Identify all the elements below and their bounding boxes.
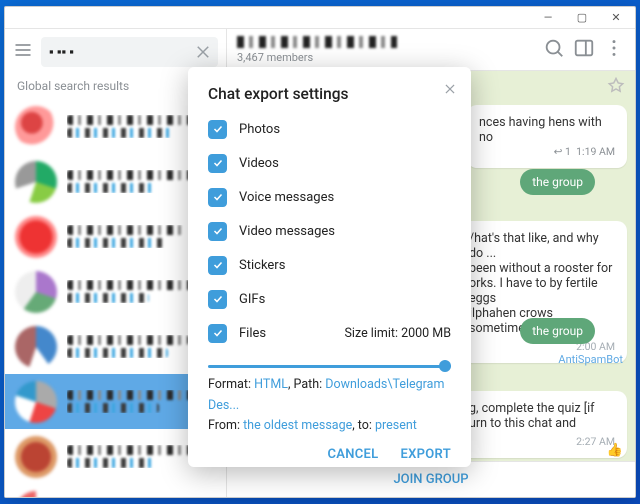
option-files[interactable]: FilesSize limit: 2000 MB xyxy=(208,321,451,345)
window-close-button[interactable]: ✕ xyxy=(599,8,633,28)
size-limit-label: Size limit: 2000 MB xyxy=(345,326,452,341)
message-time: 2:27 AM xyxy=(469,435,615,448)
export-button[interactable]: EXPORT xyxy=(400,447,451,462)
avatar xyxy=(15,436,57,478)
bot-badge: AntiSpamBot xyxy=(558,353,623,366)
option-photos[interactable]: Photos xyxy=(208,117,451,141)
message-bubble[interactable]: nces having hens with no ↩ 1 1:19 AM xyxy=(467,105,627,168)
option-video-messages[interactable]: Video messages xyxy=(208,219,451,243)
avatar xyxy=(15,161,57,203)
message-text: orks. I have to by fertile eggs xyxy=(469,276,615,306)
checkbox-checked-icon[interactable] xyxy=(208,256,227,275)
avatar xyxy=(15,216,57,258)
chat-title xyxy=(237,36,397,48)
close-icon[interactable] xyxy=(443,81,457,100)
avatar xyxy=(15,381,57,423)
slider-knob[interactable] xyxy=(439,360,451,372)
clear-search-icon[interactable] xyxy=(194,43,212,61)
message-text: g, complete the quiz [if xyxy=(469,401,615,416)
chat-item[interactable] xyxy=(5,484,226,497)
cancel-button[interactable]: CANCEL xyxy=(327,447,378,462)
format-link[interactable]: HTML xyxy=(254,377,288,392)
menu-icon[interactable] xyxy=(13,40,33,64)
search-icon[interactable] xyxy=(543,37,565,63)
search-value: ▪ ▪▪ ▪ xyxy=(49,44,74,60)
reaction-thumbs-icon[interactable]: 👍 xyxy=(607,443,623,458)
window-maximize-button[interactable]: ▢ xyxy=(565,8,599,28)
checkbox-checked-icon[interactable] xyxy=(208,154,227,173)
system-pill: the group xyxy=(520,318,595,344)
option-gifs[interactable]: GIFs xyxy=(208,287,451,311)
option-stickers[interactable]: Stickers xyxy=(208,253,451,277)
avatar xyxy=(15,491,57,498)
checkbox-checked-icon[interactable] xyxy=(208,188,227,207)
export-options: Photos Videos Voice messages Video messa… xyxy=(208,117,451,345)
checkbox-checked-icon[interactable] xyxy=(208,290,227,309)
app-window: — ▢ ✕ ▪ ▪▪ ▪ Global search results xyxy=(4,6,636,498)
member-count: 3,467 members xyxy=(237,51,397,64)
to-link[interactable]: present xyxy=(375,418,417,433)
option-videos[interactable]: Videos xyxy=(208,151,451,175)
message-bubble[interactable]: g, complete the quiz [if urn to this cha… xyxy=(457,391,627,458)
more-icon[interactable] xyxy=(603,37,625,63)
titlebar: — ▢ ✕ xyxy=(5,7,635,29)
message-text: urn to this chat and xyxy=(469,416,615,431)
system-pill: the group xyxy=(520,169,595,195)
avatar xyxy=(15,326,57,368)
window-minimize-button[interactable]: — xyxy=(531,8,565,28)
from-link[interactable]: the oldest message xyxy=(243,418,352,433)
modal-title: Chat export settings xyxy=(208,85,451,103)
checkbox-checked-icon[interactable] xyxy=(208,222,227,241)
sidepanel-icon[interactable] xyxy=(573,37,595,63)
pin-icon[interactable] xyxy=(607,77,625,99)
search-input[interactable]: ▪ ▪▪ ▪ xyxy=(41,37,218,67)
export-meta: Format: HTML, Path: Downloads\Telegram D… xyxy=(208,375,451,437)
avatar xyxy=(15,106,57,148)
chat-header: 3,467 members xyxy=(227,29,635,71)
export-settings-modal: Chat export settings Photos Videos Voice… xyxy=(188,67,471,467)
message-text: /hat's that like, and why do ... xyxy=(469,231,615,261)
avatar xyxy=(15,271,57,313)
reply-arrow-icon: ↩ xyxy=(554,145,565,158)
checkbox-checked-icon[interactable] xyxy=(208,324,227,343)
message-text: been without a rooster for xyxy=(469,261,615,276)
checkbox-checked-icon[interactable] xyxy=(208,120,227,139)
option-voice-messages[interactable]: Voice messages xyxy=(208,185,451,209)
message-text: nces having hens with no xyxy=(479,115,615,145)
